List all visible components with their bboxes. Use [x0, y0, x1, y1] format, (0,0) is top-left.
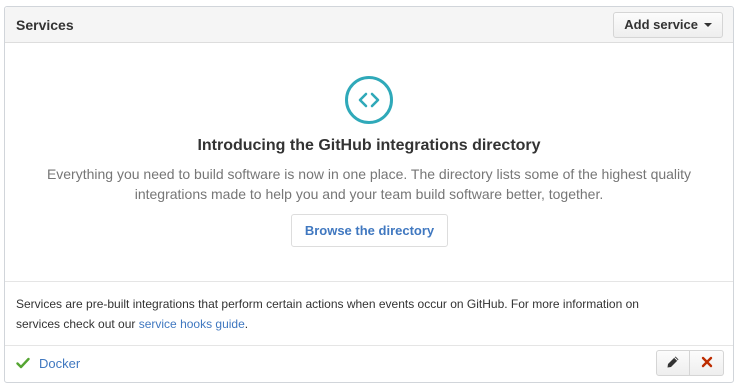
- panel-title: Services: [16, 16, 74, 33]
- intro-text-line-1: Everything you need to build software is…: [46, 166, 692, 182]
- edit-service-button[interactable]: [656, 350, 690, 376]
- pencil-icon: [666, 355, 680, 372]
- service-hooks-guide-link[interactable]: service hooks guide: [139, 317, 245, 331]
- intro-text: Everything you need to build software is…: [5, 164, 733, 204]
- intro-text-line-2: integrations made to help you and your t…: [134, 186, 604, 202]
- add-service-button[interactable]: Add service: [613, 11, 723, 38]
- service-name-link[interactable]: Docker: [39, 356, 80, 371]
- add-service-label: Add service: [624, 17, 698, 32]
- service-row-actions: [656, 350, 724, 376]
- service-row-docker: Docker: [5, 346, 733, 380]
- delete-service-button[interactable]: [690, 350, 724, 376]
- intro-title: Introducing the GitHub integrations dire…: [197, 137, 541, 154]
- description-prefix: services check out our: [16, 317, 139, 331]
- browse-directory-button[interactable]: Browse the directory: [291, 214, 448, 247]
- description-suffix: .: [244, 317, 249, 331]
- services-description: Services are pre-built integrations that…: [5, 282, 733, 346]
- code-icon: [345, 76, 393, 124]
- caret-down-icon: [704, 22, 712, 27]
- integrations-intro: Introducing the GitHub integrations dire…: [5, 43, 733, 282]
- close-icon: [701, 356, 713, 371]
- description-line-1: Services are pre-built integrations that…: [16, 297, 639, 311]
- check-icon: [16, 356, 30, 370]
- services-panel: Services Add service Introducing the Git…: [4, 6, 734, 383]
- panel-header: Services Add service: [5, 7, 733, 43]
- description-line-2: services check out our service hooks gui…: [16, 314, 722, 334]
